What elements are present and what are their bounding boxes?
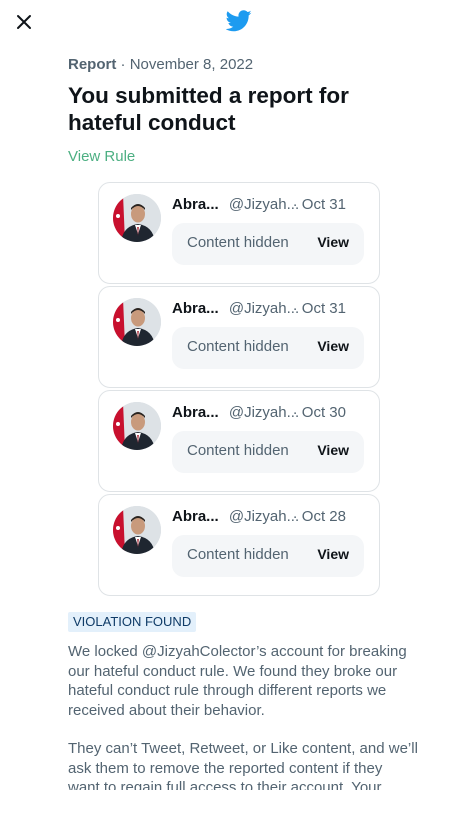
content-hidden-label: Content hidden — [187, 546, 289, 563]
report-meta: Report · November 8, 2022 — [68, 54, 418, 76]
report-type: Report — [68, 56, 117, 73]
verdict-paragraph: They can’t Tweet, Retweet, or Like conte… — [68, 740, 418, 790]
tweet-author-handle[interactable]: @Jizyah... — [229, 196, 299, 213]
tweet-author-handle[interactable]: @Jizyah... — [229, 508, 299, 525]
view-button[interactable]: View — [317, 442, 349, 458]
reported-tweet-card: Abra... @Jizyah... · Oct 31 Content hidd… — [98, 286, 380, 388]
content-hidden-box: Content hidden View — [172, 431, 364, 473]
tweet-date: · Oct 31 — [292, 300, 346, 317]
tweet-author-name[interactable]: Abra... — [172, 508, 219, 525]
tweet-header: Abra... @Jizyah... · Oct 30 — [172, 403, 372, 423]
report-detail-page: Report · November 8, 2022 You submitted … — [0, 0, 474, 817]
view-button[interactable]: View — [317, 546, 349, 562]
content-hidden-box: Content hidden View — [172, 327, 364, 369]
reported-tweets-list: Abra... @Jizyah... · Oct 31 Content hidd… — [98, 182, 380, 598]
avatar[interactable] — [113, 298, 161, 346]
tweet-date: · Oct 31 — [292, 196, 346, 213]
content-hidden-label: Content hidden — [187, 338, 289, 355]
avatar[interactable] — [113, 506, 161, 554]
tweet-header: Abra... @Jizyah... · Oct 28 — [172, 507, 372, 527]
avatar[interactable] — [113, 402, 161, 450]
view-rule-link[interactable]: View Rule — [68, 146, 418, 168]
reported-tweet-card: Abra... @Jizyah... · Oct 30 Content hidd… — [98, 390, 380, 492]
content-hidden-label: Content hidden — [187, 442, 289, 459]
close-button[interactable] — [12, 10, 36, 34]
tweet-header: Abra... @Jizyah... · Oct 31 — [172, 195, 372, 215]
report-date: November 8, 2022 — [129, 56, 254, 73]
content-hidden-box: Content hidden View — [172, 535, 364, 577]
view-button[interactable]: View — [317, 338, 349, 354]
tweet-header: Abra... @Jizyah... · Oct 31 — [172, 299, 372, 319]
tweet-author-name[interactable]: Abra... — [172, 300, 219, 317]
violation-badge: VIOLATION FOUND — [68, 612, 197, 632]
meta-separator: · — [120, 56, 126, 73]
twitter-bird-icon — [226, 10, 252, 32]
content-hidden-box: Content hidden View — [172, 223, 364, 265]
page-title: You submitted a report for hateful condu… — [68, 83, 349, 135]
verdict-explanation: We locked @JizyahColector’s account for … — [68, 642, 418, 790]
content-hidden-label: Content hidden — [187, 234, 289, 251]
verdict-paragraph: We locked @JizyahColector’s account for … — [68, 643, 407, 719]
reported-tweet-card: Abra... @Jizyah... · Oct 31 Content hidd… — [98, 182, 380, 284]
avatar[interactable] — [113, 194, 161, 242]
tweet-author-name[interactable]: Abra... — [172, 404, 219, 421]
reported-tweet-card: Abra... @Jizyah... · Oct 28 Content hidd… — [98, 494, 380, 596]
view-button[interactable]: View — [317, 234, 349, 250]
close-icon — [17, 15, 31, 29]
tweet-author-handle[interactable]: @Jizyah... — [229, 404, 299, 421]
tweet-date: · Oct 30 — [292, 404, 346, 421]
tweet-author-name[interactable]: Abra... — [172, 196, 219, 213]
tweet-author-handle[interactable]: @Jizyah... — [229, 300, 299, 317]
tweet-date: · Oct 28 — [292, 508, 346, 525]
report-header: Report · November 8, 2022 You submitted … — [68, 54, 418, 168]
